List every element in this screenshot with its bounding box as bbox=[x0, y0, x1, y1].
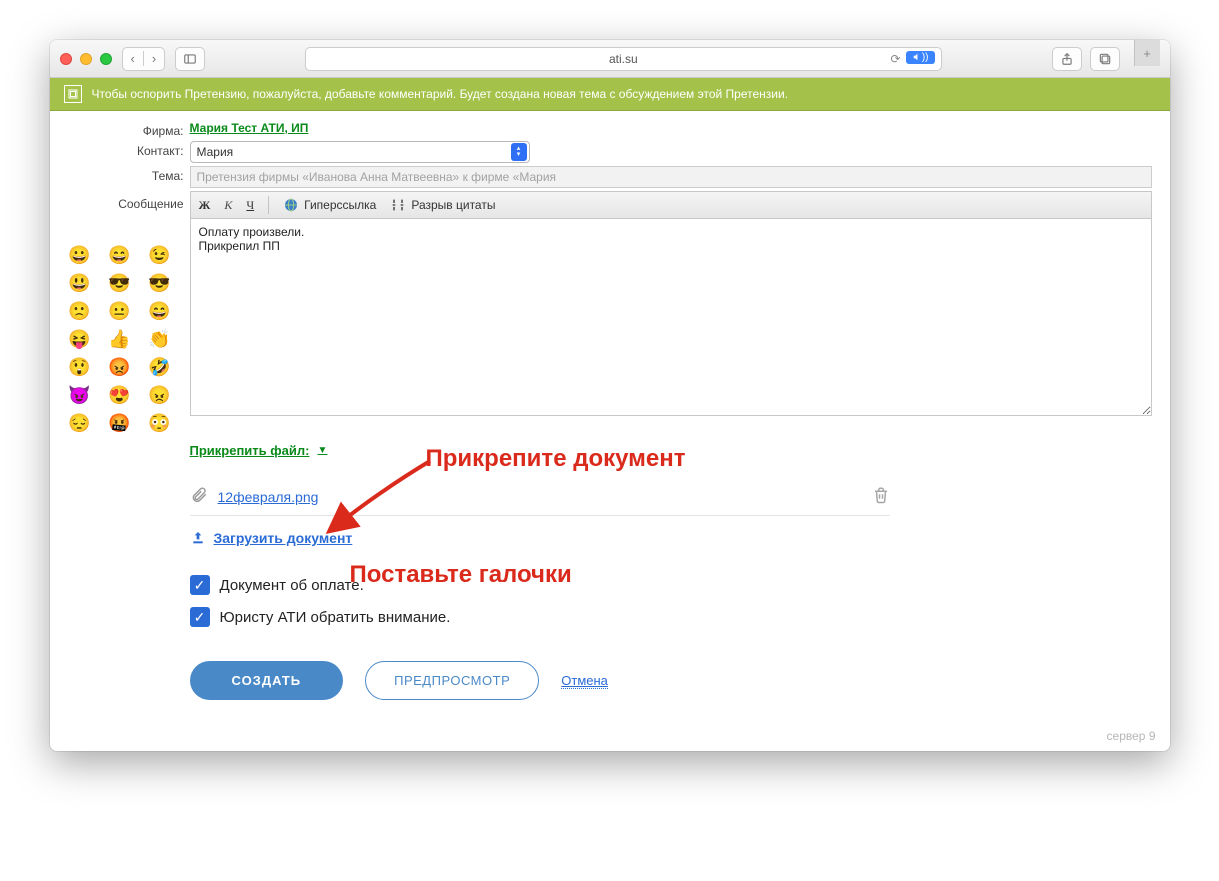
firm-link[interactable]: Мария Тест АТИ, ИП bbox=[190, 121, 309, 135]
forward-icon[interactable]: › bbox=[143, 51, 164, 66]
toolbar-separator bbox=[268, 196, 269, 214]
check-icon: ✓ bbox=[190, 575, 210, 595]
emoji-item[interactable]: 😐 bbox=[106, 301, 134, 321]
attached-file-link[interactable]: 12февраля.png bbox=[218, 489, 319, 505]
emoji-item[interactable]: 😔 bbox=[66, 413, 94, 433]
emoji-item[interactable]: 😎 bbox=[146, 273, 174, 293]
emoji-item[interactable]: 🙁 bbox=[66, 301, 94, 321]
emoji-item[interactable]: 👏 bbox=[146, 329, 174, 349]
emoji-item[interactable]: 😡 bbox=[106, 357, 134, 377]
attached-file-row: 12февраля.png bbox=[190, 476, 890, 516]
window-controls bbox=[60, 53, 112, 65]
bold-button[interactable]: Ж bbox=[199, 198, 211, 213]
server-label: сервер 9 bbox=[1107, 729, 1156, 743]
checkbox-lawyer-attention[interactable]: ✓ Юристу АТИ обратить внимание. bbox=[190, 607, 890, 627]
delete-file-button[interactable] bbox=[872, 486, 890, 507]
tabs-button[interactable] bbox=[1090, 47, 1120, 71]
label-firm: Фирма: bbox=[68, 121, 190, 138]
paperclip-icon bbox=[190, 486, 208, 507]
browser-toolbar: ‹ › ati.su )) ⟳ + bbox=[50, 40, 1170, 78]
cancel-link[interactable]: Отмена bbox=[561, 673, 608, 689]
italic-button[interactable]: К bbox=[224, 198, 232, 213]
close-window-button[interactable] bbox=[60, 53, 72, 65]
label-topic: Тема: bbox=[68, 166, 190, 183]
url-text: ati.su bbox=[609, 52, 638, 66]
emoji-item[interactable]: 🤣 bbox=[146, 357, 174, 377]
checkbox-payment-doc[interactable]: ✓ Документ об оплате. bbox=[190, 575, 890, 595]
sound-indicator[interactable]: )) bbox=[906, 51, 935, 64]
emoji-item[interactable]: 😄 bbox=[106, 245, 134, 265]
emoji-item[interactable]: 😃 bbox=[66, 273, 94, 293]
emoji-panel: 😀 😄 😉 😃 😎 😎 🙁 😐 😄 😝 👍 👏 😲 😡 🤣 😈 😍 😠 😔 bbox=[62, 239, 172, 433]
preview-button[interactable]: ПРЕДПРОСМОТР bbox=[365, 661, 539, 700]
split-icon bbox=[390, 197, 406, 213]
message-editor[interactable] bbox=[190, 218, 1152, 416]
hyperlink-button[interactable]: Гиперссылка bbox=[283, 197, 376, 213]
attach-file-toggle[interactable]: Прикрепить файл: ▼ bbox=[190, 443, 328, 458]
editor-toolbar: Ж К Ч Гиперссылка Разрыв цитаты bbox=[190, 191, 1152, 218]
browser-window: ‹ › ati.su )) ⟳ + Чтобы оспорить Пре bbox=[50, 40, 1170, 751]
minimize-window-button[interactable] bbox=[80, 53, 92, 65]
sidebar-toggle-button[interactable] bbox=[175, 47, 205, 71]
label-contact: Контакт: bbox=[68, 141, 190, 158]
break-quote-button[interactable]: Разрыв цитаты bbox=[390, 197, 495, 213]
emoji-item[interactable]: 😠 bbox=[146, 385, 174, 405]
address-bar[interactable]: ati.su )) ⟳ bbox=[305, 47, 941, 71]
emoji-item[interactable]: 😉 bbox=[146, 245, 174, 265]
emoji-item[interactable]: 😎 bbox=[106, 273, 134, 293]
emoji-item[interactable]: 😀 bbox=[66, 245, 94, 265]
globe-icon bbox=[283, 197, 299, 213]
emoji-item[interactable]: 👍 bbox=[106, 329, 134, 349]
emoji-item[interactable]: 😄 bbox=[146, 301, 174, 321]
underline-button[interactable]: Ч bbox=[246, 198, 254, 213]
create-button[interactable]: СОЗДАТЬ bbox=[190, 661, 344, 700]
select-arrow-icon: ▴▾ bbox=[511, 143, 527, 161]
upload-icon bbox=[190, 530, 206, 546]
notice-icon bbox=[64, 85, 82, 103]
back-icon[interactable]: ‹ bbox=[123, 51, 143, 66]
emoji-item[interactable]: 🤬 bbox=[106, 413, 134, 433]
contact-select[interactable]: Мария ▴▾ bbox=[190, 141, 530, 163]
notice-banner: Чтобы оспорить Претензию, пожалуйста, до… bbox=[50, 78, 1170, 111]
zoom-window-button[interactable] bbox=[100, 53, 112, 65]
share-button[interactable] bbox=[1052, 47, 1082, 71]
check-icon: ✓ bbox=[190, 607, 210, 627]
topic-text: Претензия фирмы «Иванова Анна Матвеевна»… bbox=[197, 170, 557, 184]
emoji-item[interactable]: 😈 bbox=[66, 385, 94, 405]
contact-select-value: Мария bbox=[197, 145, 234, 159]
topic-field: Претензия фирмы «Иванова Анна Матвеевна»… bbox=[190, 166, 1152, 188]
notice-text: Чтобы оспорить Претензию, пожалуйста, до… bbox=[92, 87, 789, 101]
emoji-item[interactable]: 😝 bbox=[66, 329, 94, 349]
new-tab-button[interactable]: + bbox=[1134, 40, 1160, 66]
emoji-item[interactable]: 😲 bbox=[66, 357, 94, 377]
annotation-arrow-icon bbox=[320, 451, 440, 541]
emoji-item[interactable]: 😍 bbox=[106, 385, 134, 405]
nav-back-forward[interactable]: ‹ › bbox=[122, 47, 166, 71]
emoji-item[interactable]: 😳 bbox=[146, 413, 174, 433]
reload-icon[interactable]: ⟳ bbox=[890, 52, 900, 66]
page-content: Фирма: Мария Тест АТИ, ИП Контакт: Мария… bbox=[50, 111, 1170, 751]
label-message: Сообщение bbox=[68, 191, 190, 211]
